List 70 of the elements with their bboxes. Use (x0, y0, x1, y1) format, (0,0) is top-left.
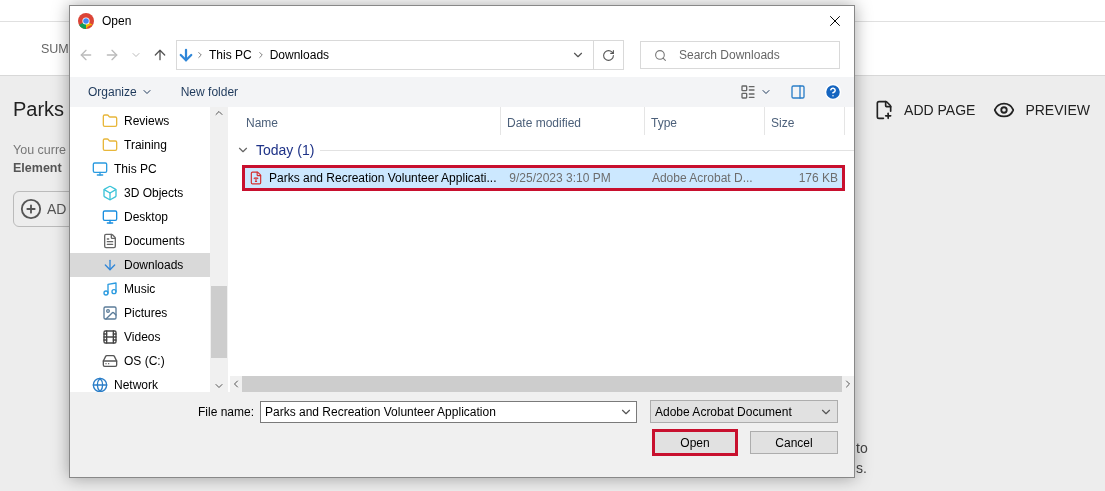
field-label: File name: (197, 404, 254, 419)
info-text: Element (13, 161, 63, 175)
search-icon (654, 49, 667, 62)
nav-item[interactable]: Pictures (70, 301, 210, 325)
window-title: Open (102, 14, 133, 28)
nav-item[interactable]: Training (70, 133, 210, 157)
nav-item[interactable]: Documents (70, 229, 210, 253)
column-header[interactable]: Date modified (501, 107, 645, 135)
cube-icon (102, 185, 118, 201)
add-page-icon (874, 100, 895, 120)
info-text: s. (856, 460, 868, 476)
download-icon (177, 46, 195, 64)
file-name-field[interactable]: Parks and Recreation Volunteer Application (260, 400, 637, 423)
desktop-icon (102, 209, 118, 225)
forward-arrow-icon (104, 47, 120, 63)
scrollbar[interactable] (210, 107, 228, 392)
network-icon (92, 377, 108, 392)
search-field[interactable]: Search Downloads (640, 41, 840, 69)
nav-item[interactable]: Downloads (70, 253, 210, 277)
info-text: to (856, 440, 868, 456)
drive-icon (102, 353, 118, 369)
page-heading: Parks (13, 98, 66, 121)
file-row[interactable]: Parks and Recreation Volunteer Applicati... 9/25/2023 3:10 PM Adobe Acrobat D... 176 KB (242, 165, 845, 191)
table-cell-text: Adobe Acrobat D... (650, 171, 754, 185)
computer-icon (92, 161, 108, 177)
folder-icon (102, 137, 118, 153)
list-view-icon (740, 84, 756, 100)
help-icon (824, 83, 842, 101)
table-cell: Parks and Recreation Volunteer Applicati... (245, 171, 502, 185)
nav-item[interactable]: This PC (70, 157, 210, 181)
cancel-button[interactable]: Cancel (750, 431, 838, 454)
group-header[interactable]: Today (1) (256, 142, 315, 158)
nav-item[interactable]: Videos (70, 325, 210, 349)
table-cell-text: 9/25/2023 3:10 PM (508, 171, 612, 185)
new-folder-button[interactable]: New folder (180, 85, 239, 99)
refresh-icon (602, 48, 615, 62)
tab-label[interactable]: SUM (41, 41, 69, 56)
view-menu[interactable] (740, 84, 772, 100)
column-header[interactable]: Size (765, 107, 845, 135)
pane-icon (790, 84, 806, 100)
scroll-thumb[interactable] (211, 286, 227, 358)
chevron-icon (195, 50, 205, 60)
pictures-icon (102, 305, 118, 321)
file-type-dropdown[interactable]: Adobe Acrobat Document (650, 400, 838, 423)
nav-item[interactable]: Music (70, 277, 210, 301)
plus-icon (20, 198, 42, 220)
preview-button[interactable]: PREVIEW (993, 99, 1090, 121)
browser-icon (78, 13, 94, 29)
column-header[interactable]: Type (645, 107, 765, 135)
column-header[interactable]: Name (230, 107, 501, 135)
document-icon (102, 233, 118, 249)
folder-icon (102, 113, 118, 129)
breadcrumb[interactable]: Downloads (265, 48, 334, 62)
download-icon (102, 257, 118, 273)
add-page-button[interactable]: ADD PAGE (874, 100, 976, 120)
up-arrow-icon (152, 47, 168, 63)
music-icon (102, 281, 118, 297)
preview-pane-button[interactable] (790, 84, 806, 100)
info-text: You curre (13, 143, 68, 157)
address-bar[interactable]: This PC Downloads (176, 40, 624, 70)
table-cell-text: 176 KB (797, 171, 839, 185)
pdf-icon (249, 171, 263, 185)
open-button[interactable]: Open (652, 429, 738, 456)
organize-menu[interactable]: Organize (88, 85, 153, 99)
help-button[interactable] (824, 83, 842, 101)
nav-item[interactable]: Network (70, 373, 210, 392)
nav-item[interactable]: Reviews (70, 109, 210, 133)
breadcrumb[interactable]: This PC (205, 48, 256, 62)
film-icon (102, 329, 118, 345)
nav-item[interactable]: OS (C:) (70, 349, 210, 373)
